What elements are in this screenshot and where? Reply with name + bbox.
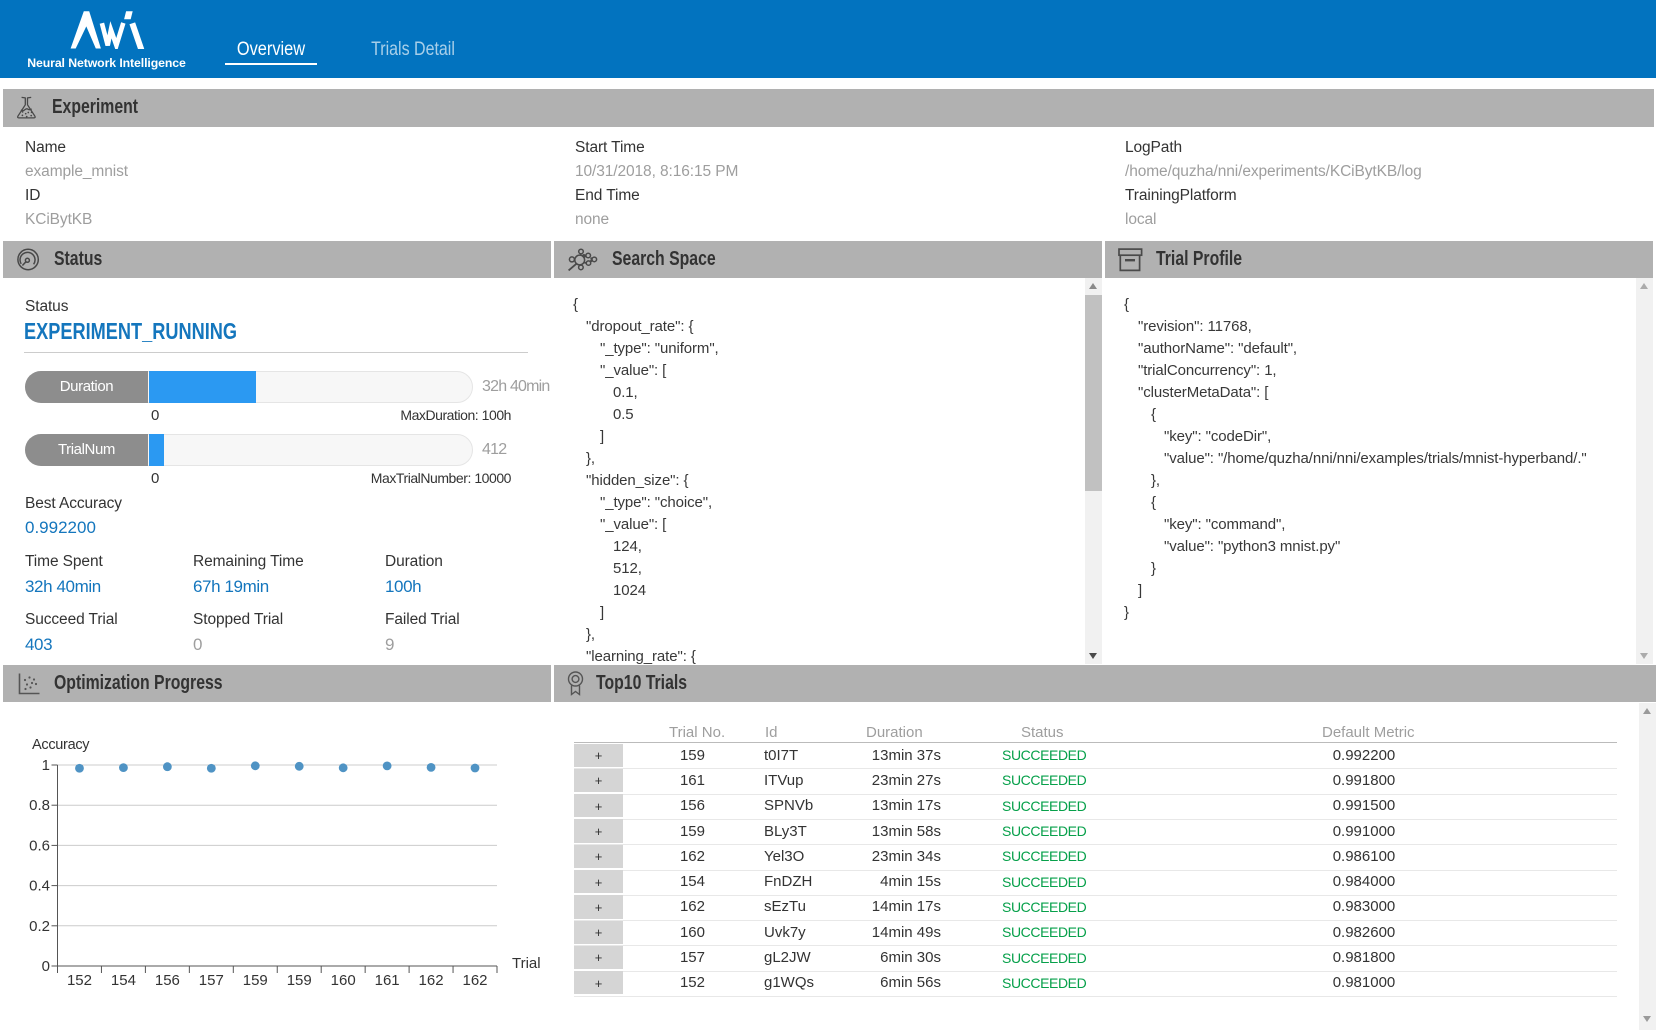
svg-text:0: 0	[42, 958, 50, 975]
svg-text:162: 162	[419, 972, 444, 989]
svg-text:Accuracy: Accuracy	[32, 737, 90, 753]
svg-text:161: 161	[375, 972, 400, 989]
svg-text:156: 156	[155, 972, 180, 989]
svg-text:157: 157	[199, 972, 224, 989]
svg-text:Trial: Trial	[512, 955, 541, 972]
svg-text:154: 154	[111, 972, 136, 989]
svg-text:162: 162	[463, 972, 488, 989]
svg-text:0.2: 0.2	[29, 918, 50, 935]
svg-text:160: 160	[331, 972, 356, 989]
svg-text:159: 159	[243, 972, 268, 989]
svg-text:0.6: 0.6	[29, 837, 50, 854]
svg-text:152: 152	[67, 972, 92, 989]
svg-text:0.8: 0.8	[29, 797, 50, 814]
svg-text:0.4: 0.4	[29, 878, 50, 895]
svg-text:159: 159	[287, 972, 312, 989]
svg-text:1: 1	[42, 757, 50, 774]
